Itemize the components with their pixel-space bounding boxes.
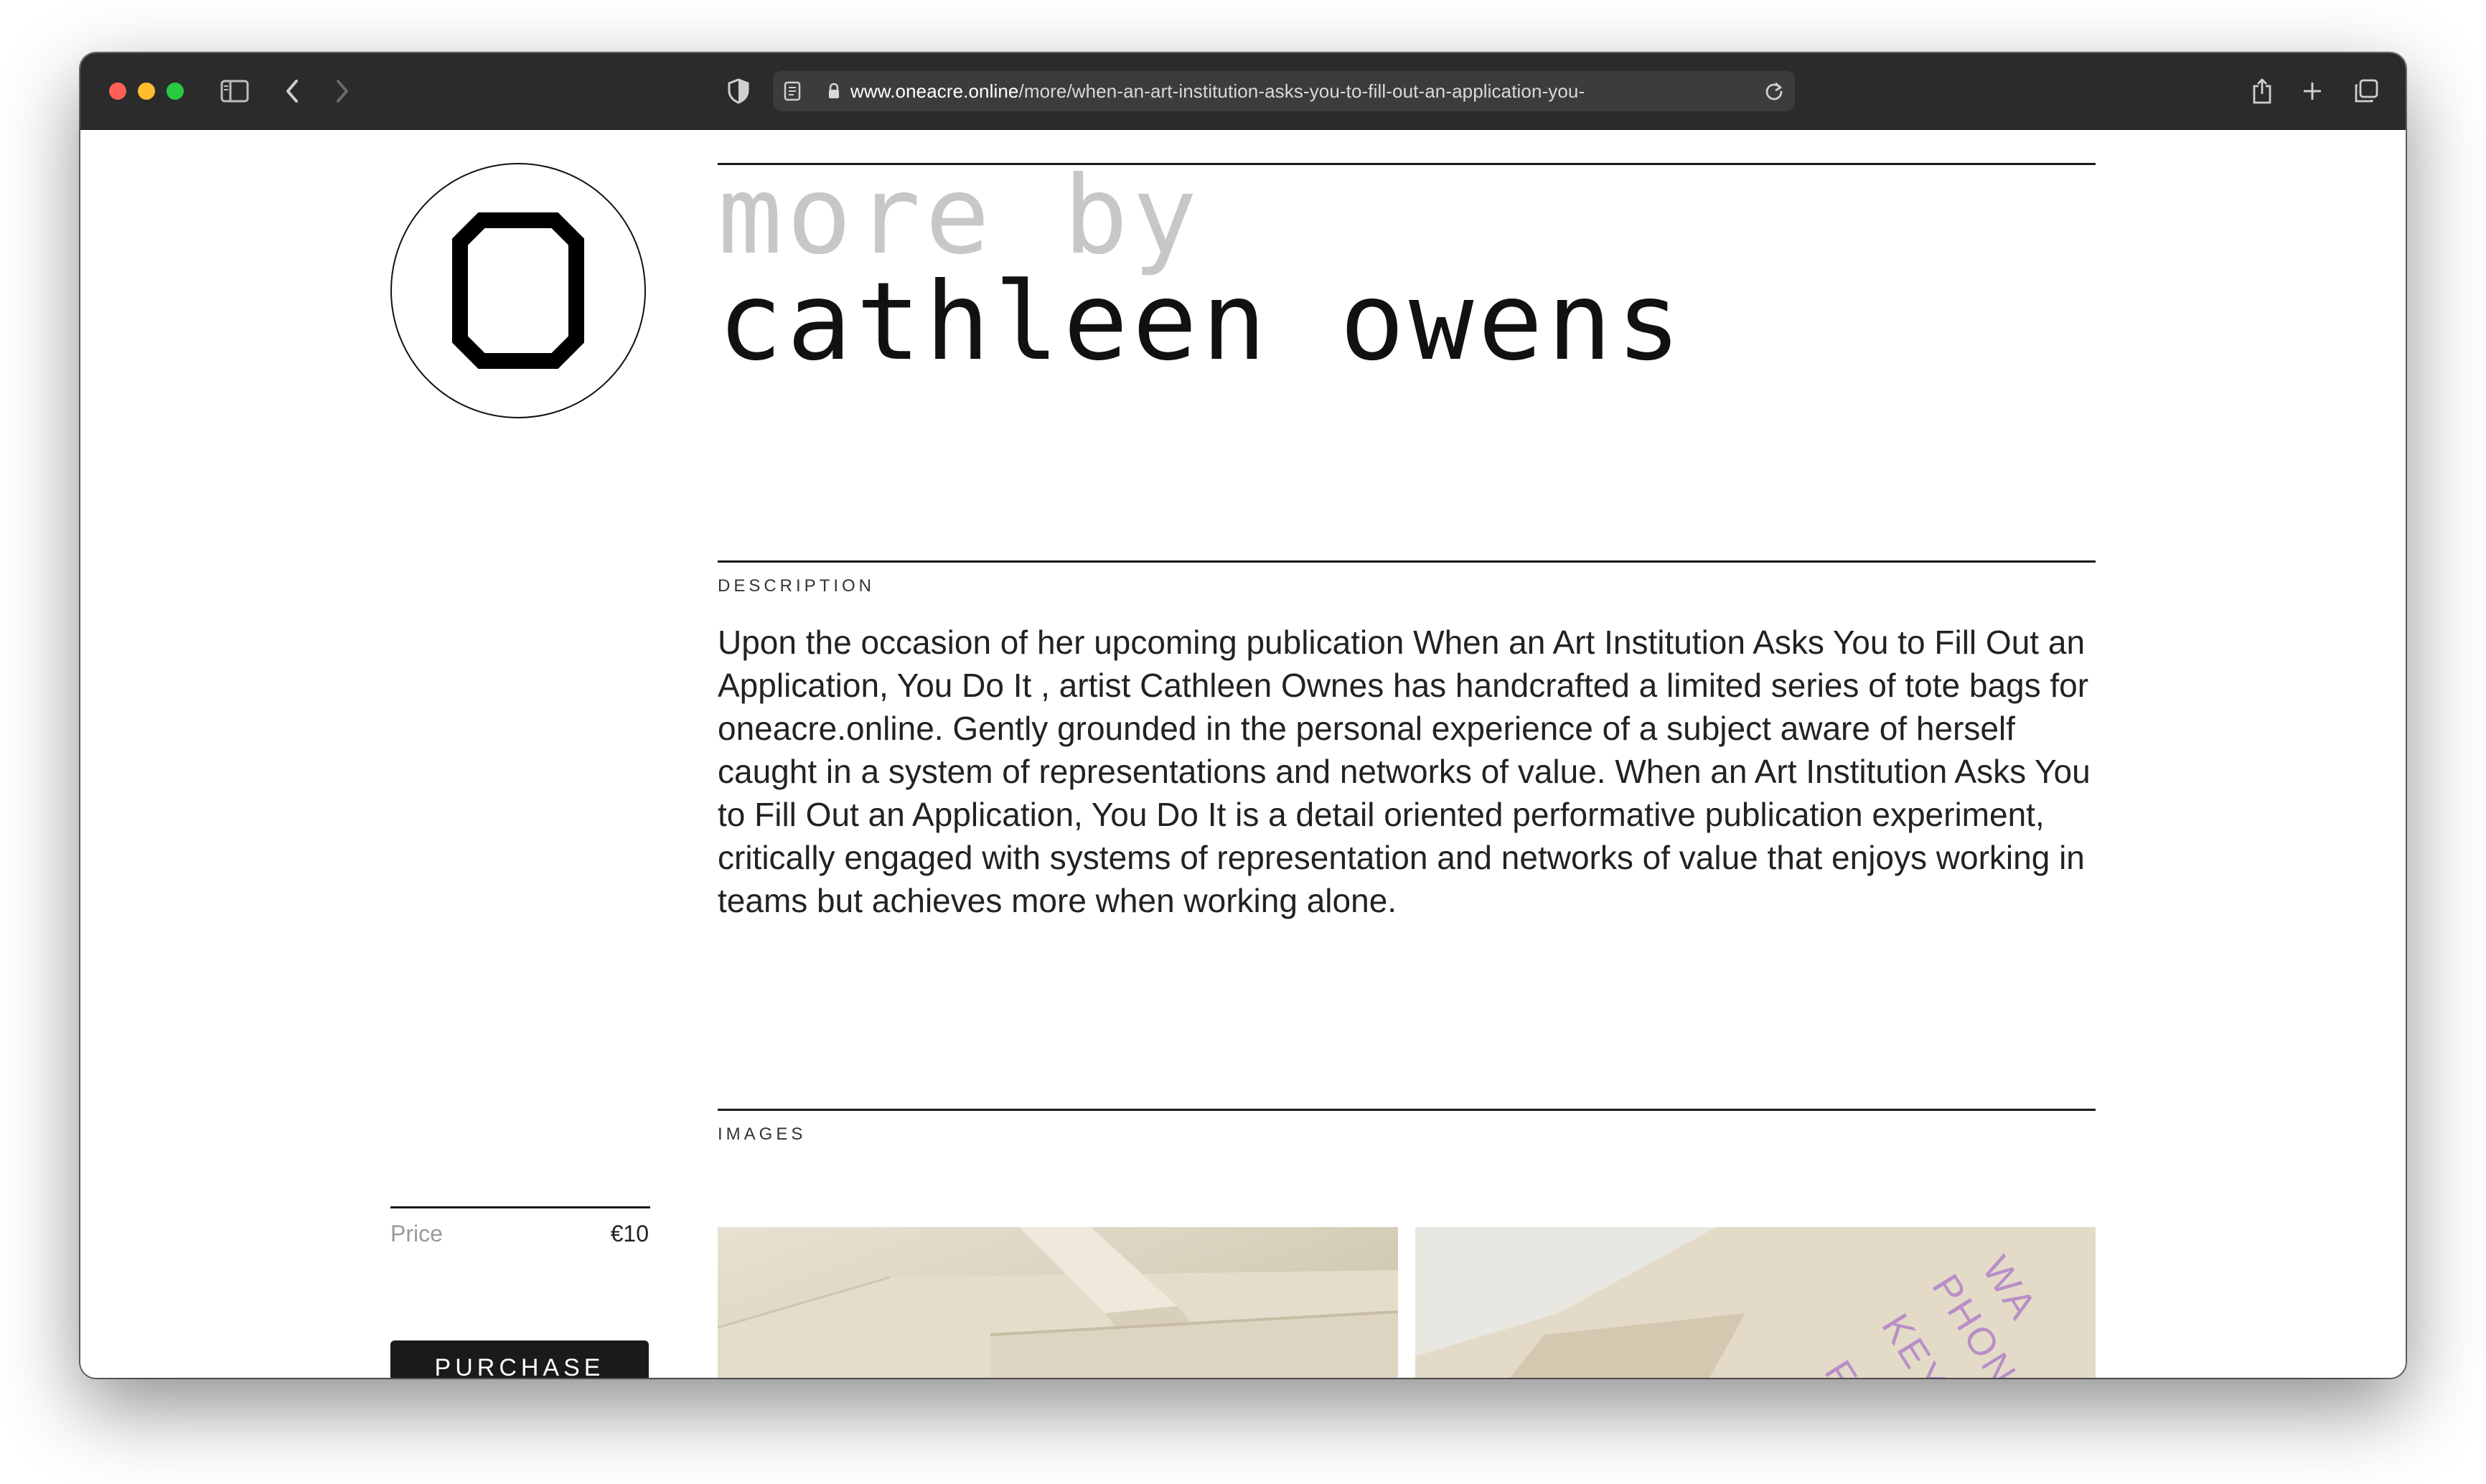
zoom-window-button[interactable] [166, 83, 184, 100]
share-icon[interactable] [2244, 73, 2280, 109]
price-value: €10 [610, 1221, 649, 1246]
reader-view-icon[interactable] [774, 73, 810, 109]
url-text[interactable]: www.oneacre.online/more/when-an-art-inst… [850, 71, 1712, 111]
minimize-window-button[interactable] [138, 83, 155, 100]
logo-o-icon [452, 212, 584, 369]
lock-icon [823, 73, 845, 109]
reload-icon[interactable] [1756, 73, 1792, 109]
price-row: Price €10 [390, 1221, 649, 1257]
browser-toolbar: www.oneacre.online/more/when-an-art-inst… [80, 53, 2406, 130]
url-domain: www.oneacre.online [850, 80, 1019, 102]
back-icon[interactable] [274, 73, 310, 109]
tab-overview-icon[interactable] [2348, 73, 2384, 109]
images-divider [718, 1109, 2096, 1111]
images-label: IMAGES [718, 1124, 807, 1144]
site-logo[interactable]: O [390, 163, 646, 418]
browser-window: www.oneacre.online/more/when-an-art-inst… [80, 53, 2406, 1378]
address-bar[interactable]: www.oneacre.online/more/when-an-art-inst… [773, 71, 1795, 111]
url-path: /more/when-an-art-institution-asks-you-t… [1018, 80, 1585, 102]
purchase-button[interactable]: PURCHASE [390, 1340, 649, 1378]
privacy-shield-icon[interactable] [721, 73, 756, 109]
new-tab-icon[interactable] [2294, 73, 2330, 109]
tote-bag-strap-image [718, 1227, 1398, 1378]
description-text: Upon the occasion of her upcoming public… [718, 624, 2091, 919]
product-image-2[interactable]: WA PHONE KEYS FU [1415, 1227, 2096, 1378]
price-divider [390, 1206, 650, 1208]
close-window-button[interactable] [109, 83, 126, 100]
page-title-prefix: more by [718, 154, 1202, 278]
page-content: O more by cathleen owens DESCRIPTION Upo… [80, 130, 2406, 1378]
price-label: Price [390, 1221, 443, 1246]
description-label: DESCRIPTION [718, 576, 876, 596]
description-divider [718, 560, 2096, 563]
page-title-artist: cathleen owens [718, 260, 1686, 385]
forward-icon[interactable] [324, 73, 360, 109]
sidebar-toggle-icon[interactable] [217, 73, 253, 109]
product-image-1[interactable] [718, 1227, 1398, 1378]
